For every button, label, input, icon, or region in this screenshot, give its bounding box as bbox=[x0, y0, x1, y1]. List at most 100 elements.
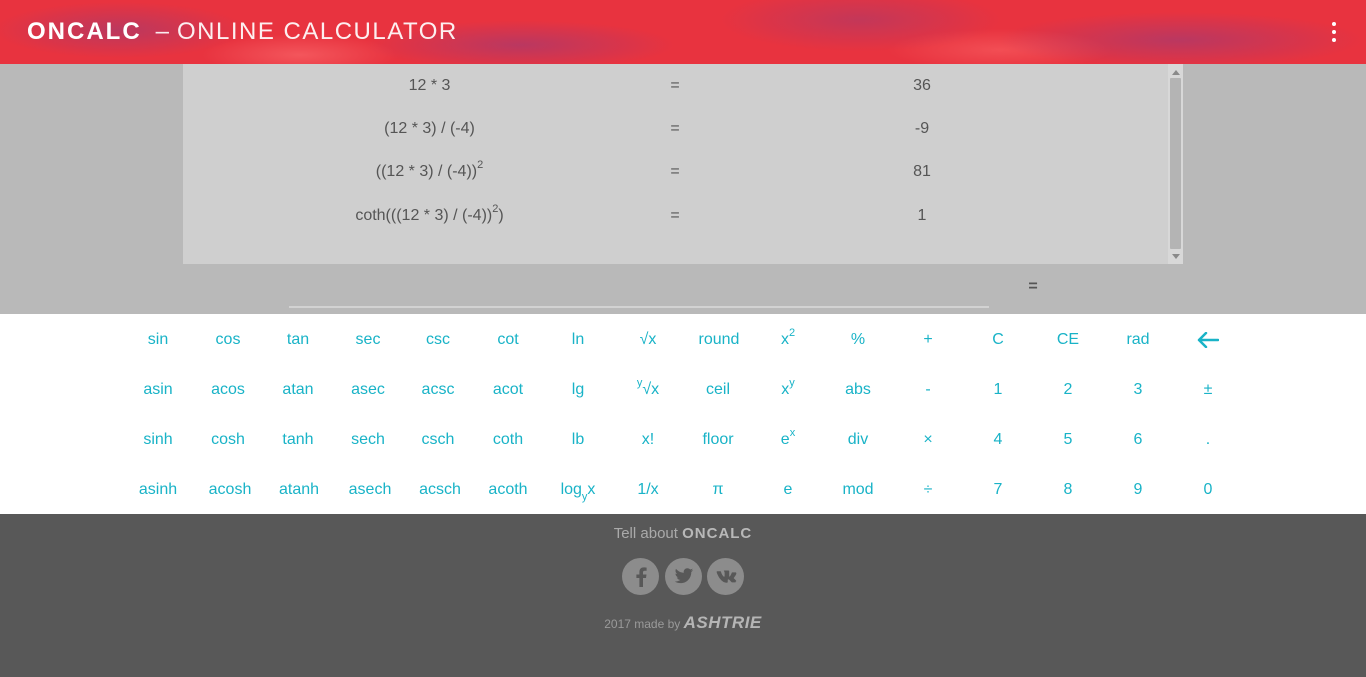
key-sinh[interactable]: sinh bbox=[123, 415, 193, 465]
history-result: 81 bbox=[913, 163, 931, 180]
key-tanh[interactable]: tanh bbox=[263, 415, 333, 465]
key-abs[interactable]: abs bbox=[823, 365, 893, 415]
history-equals: = bbox=[670, 163, 680, 180]
history-result: -9 bbox=[914, 120, 930, 137]
key-cosh[interactable]: cosh bbox=[193, 415, 263, 465]
key-lg[interactable]: lg bbox=[543, 365, 613, 415]
scrollbar-thumb[interactable] bbox=[1170, 78, 1181, 249]
backspace-arrow-icon[interactable] bbox=[1173, 315, 1243, 365]
key-coth[interactable]: coth bbox=[473, 415, 543, 465]
key-tan[interactable]: tan bbox=[263, 315, 333, 365]
key-ceil[interactable]: ceil bbox=[683, 365, 753, 415]
key-cot[interactable]: cot bbox=[473, 315, 543, 365]
key-power[interactable]: xy bbox=[753, 365, 823, 415]
key-9[interactable]: 9 bbox=[1103, 465, 1173, 515]
key-div[interactable]: div bbox=[823, 415, 893, 465]
title-separator: – bbox=[155, 18, 170, 45]
key-asinh[interactable]: asinh bbox=[122, 465, 194, 515]
calculation-area: 12 * 3 = 36 (12 * 3) / (-4) = -9 ((12 * … bbox=[0, 64, 1366, 314]
key-decimal[interactable]: . bbox=[1173, 415, 1243, 465]
key-csch[interactable]: csch bbox=[403, 415, 473, 465]
history-expression: 12 * 3 bbox=[408, 77, 451, 94]
key-plus[interactable]: + bbox=[893, 315, 963, 365]
key-cos[interactable]: cos bbox=[193, 315, 263, 365]
key-4[interactable]: 4 bbox=[963, 415, 1033, 465]
key-sech[interactable]: sech bbox=[333, 415, 403, 465]
key-clear-entry[interactable]: CE bbox=[1033, 315, 1103, 365]
history-equals: = bbox=[670, 207, 680, 224]
key-2[interactable]: 2 bbox=[1033, 365, 1103, 415]
key-multiply[interactable]: × bbox=[893, 415, 963, 465]
key-percent[interactable]: % bbox=[823, 315, 893, 365]
app-header: ONCALC – ONLINE CALCULATOR bbox=[0, 0, 1366, 64]
key-minus[interactable]: - bbox=[893, 365, 963, 415]
scroll-up-arrow-icon[interactable] bbox=[1168, 65, 1183, 79]
key-acosh[interactable]: acosh bbox=[194, 465, 266, 515]
footer: Tell about ONCALC 2017 made by ASHTRIE bbox=[0, 514, 1366, 677]
key-1[interactable]: 1 bbox=[963, 365, 1033, 415]
key-yroot[interactable]: y√x bbox=[613, 365, 683, 415]
author-logo[interactable]: ASHTRIE bbox=[684, 613, 762, 632]
key-sqrt[interactable]: √x bbox=[613, 315, 683, 365]
history-row[interactable]: coth(((12 * 3) / (-4))2) = 1 bbox=[183, 202, 1168, 228]
scroll-down-arrow-icon[interactable] bbox=[1168, 249, 1183, 263]
key-asec[interactable]: asec bbox=[333, 365, 403, 415]
key-5[interactable]: 5 bbox=[1033, 415, 1103, 465]
key-mod[interactable]: mod bbox=[823, 465, 893, 515]
key-atanh[interactable]: atanh bbox=[263, 465, 335, 515]
key-plus-minus[interactable]: ± bbox=[1173, 365, 1243, 415]
history-expression: ((12 * 3) / (-4))2 bbox=[375, 158, 484, 180]
history-row[interactable]: ((12 * 3) / (-4))2 = 81 bbox=[183, 158, 1168, 184]
share-label: Tell about ONCALC bbox=[613, 525, 753, 542]
history-expression: (12 * 3) / (-4) bbox=[384, 120, 475, 137]
history-equals: = bbox=[670, 77, 680, 94]
key-atan[interactable]: atan bbox=[263, 365, 333, 415]
history-row[interactable]: (12 * 3) / (-4) = -9 bbox=[183, 117, 1168, 141]
key-0[interactable]: 0 bbox=[1173, 465, 1243, 515]
key-acsc[interactable]: acsc bbox=[403, 365, 473, 415]
history-panel: 12 * 3 = 36 (12 * 3) / (-4) = -9 ((12 * … bbox=[183, 64, 1183, 264]
key-asin[interactable]: asin bbox=[123, 365, 193, 415]
key-floor[interactable]: floor bbox=[683, 415, 753, 465]
history-equals: = bbox=[670, 120, 680, 137]
more-vertical-icon[interactable] bbox=[1328, 22, 1340, 42]
key-3[interactable]: 3 bbox=[1103, 365, 1173, 415]
app-title[interactable]: ONCALC – ONLINE CALCULATOR bbox=[27, 18, 458, 46]
key-acsch[interactable]: acsch bbox=[404, 465, 476, 515]
expression-input[interactable] bbox=[289, 306, 989, 308]
key-8[interactable]: 8 bbox=[1033, 465, 1103, 515]
history-result: 1 bbox=[917, 207, 927, 224]
vk-icon[interactable] bbox=[707, 558, 744, 595]
key-acoth[interactable]: acoth bbox=[472, 465, 544, 515]
key-csc[interactable]: csc bbox=[403, 315, 473, 365]
key-6[interactable]: 6 bbox=[1103, 415, 1173, 465]
key-reciprocal[interactable]: 1/x bbox=[613, 465, 683, 515]
facebook-icon[interactable] bbox=[622, 558, 659, 595]
key-asech[interactable]: asech bbox=[334, 465, 406, 515]
key-exp[interactable]: ex bbox=[753, 415, 823, 465]
brand-logo: ONCALC bbox=[27, 18, 142, 45]
history-scrollbar[interactable] bbox=[1168, 64, 1183, 264]
twitter-icon[interactable] bbox=[665, 558, 702, 595]
history-expression: coth(((12 * 3) / (-4))2) bbox=[355, 202, 504, 224]
key-acot[interactable]: acot bbox=[473, 365, 543, 415]
key-rad[interactable]: rad bbox=[1103, 315, 1173, 365]
made-by-label: 2017 made by ASHTRIE bbox=[604, 613, 762, 632]
key-round[interactable]: round bbox=[684, 315, 754, 365]
key-factorial[interactable]: x! bbox=[613, 415, 683, 465]
key-lb[interactable]: lb bbox=[543, 415, 613, 465]
key-logy[interactable]: logyx bbox=[542, 465, 614, 515]
key-7[interactable]: 7 bbox=[963, 465, 1033, 515]
key-sin[interactable]: sin bbox=[123, 315, 193, 365]
key-divide[interactable]: ÷ bbox=[893, 465, 963, 515]
key-clear[interactable]: C bbox=[963, 315, 1033, 365]
history-result: 36 bbox=[913, 77, 931, 94]
key-sec[interactable]: sec bbox=[333, 315, 403, 365]
key-square[interactable]: x2 bbox=[753, 315, 823, 365]
history-row[interactable]: 12 * 3 = 36 bbox=[183, 74, 1168, 98]
key-pi[interactable]: π bbox=[683, 465, 753, 515]
key-acos[interactable]: acos bbox=[193, 365, 263, 415]
key-ln[interactable]: ln bbox=[543, 315, 613, 365]
key-e[interactable]: e bbox=[753, 465, 823, 515]
equals-label[interactable]: = bbox=[1026, 277, 1040, 297]
